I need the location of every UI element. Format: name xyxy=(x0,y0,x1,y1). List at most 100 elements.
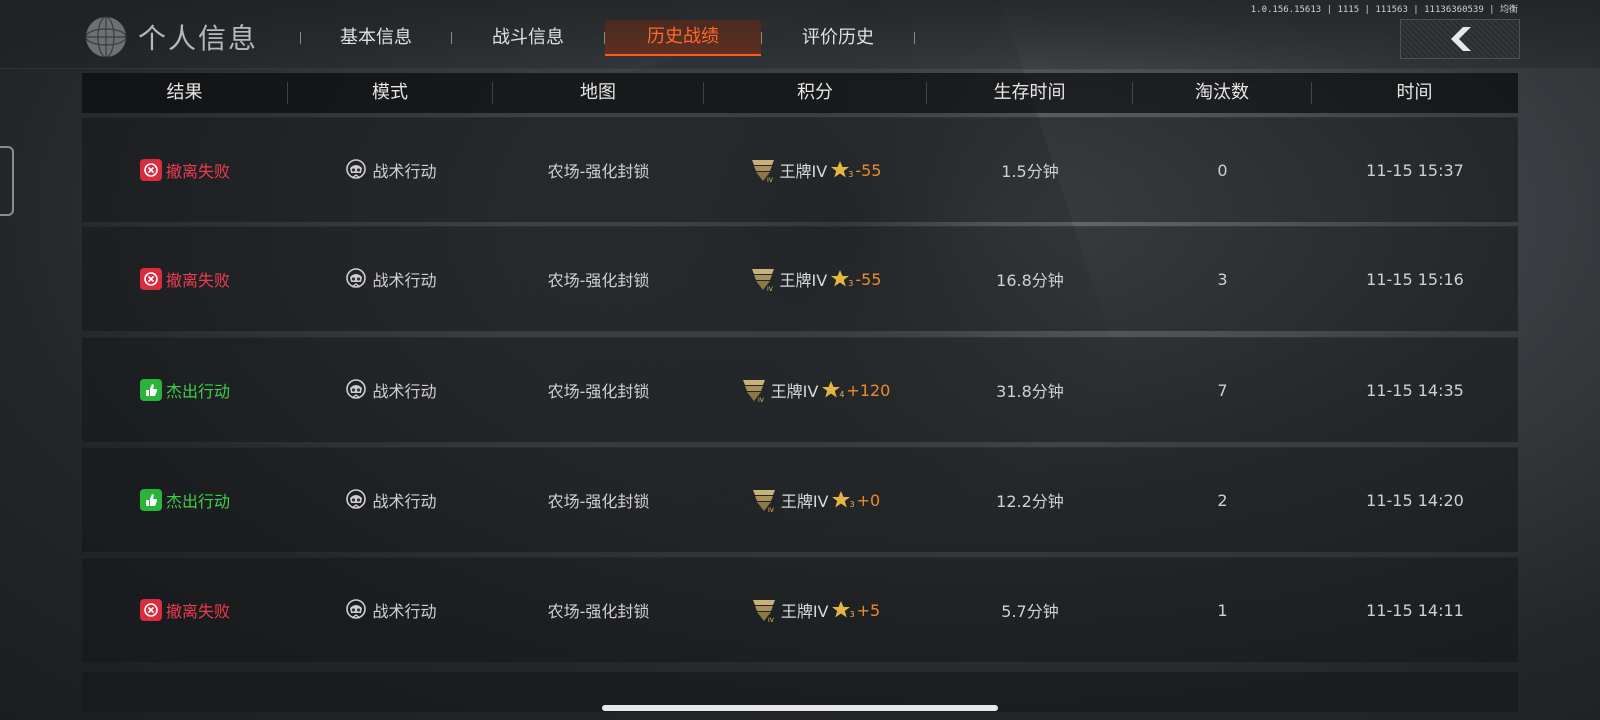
page-title: 个人信息 xyxy=(138,22,259,55)
svg-text:IV: IV xyxy=(767,177,774,183)
svg-text:IV: IV xyxy=(768,617,775,623)
result-label: 撤离失败 xyxy=(165,602,230,621)
star-level: 3 xyxy=(848,278,854,288)
rank-label: 王牌IV xyxy=(780,602,829,621)
table-row[interactable]: 撤离失败 战术行动 农场-强化封锁 IV 王牌IV 3 -55 1.5分钟 0 11-15 15:… xyxy=(82,117,1518,222)
globe-icon xyxy=(85,16,127,58)
score-group: IV 王牌IV 3 -55 xyxy=(750,157,881,183)
tab-combat-info[interactable]: 战斗信息 xyxy=(452,21,604,55)
home-indicator xyxy=(602,705,998,711)
cell-score: IV 王牌IV 3 +0 xyxy=(704,448,927,552)
chevron-left-icon xyxy=(1451,27,1471,51)
score-delta: +5 xyxy=(856,600,881,620)
cell-kills: 3 xyxy=(1217,269,1228,289)
mode-label: 战术行动 xyxy=(372,271,437,290)
rank-label: 王牌IV xyxy=(779,162,828,181)
cell-result: 撤离失败 xyxy=(82,558,288,662)
column-header-result: 结果 xyxy=(166,82,203,103)
table-row[interactable]: 杰出行动 战术行动 农场-强化封锁 IV 王牌IV 4 +120 31.8分钟 7 11-15 1… xyxy=(82,337,1518,442)
extraction-failed-icon xyxy=(139,268,162,290)
score-delta: -55 xyxy=(855,269,882,289)
tab-history-record[interactable]: 历史战绩 xyxy=(605,20,761,56)
result-label: 杰出行动 xyxy=(165,492,230,511)
cell-kills: 7 xyxy=(1217,380,1228,400)
cell-survival-time: 31.8分钟 xyxy=(996,382,1064,401)
mode-label: 战术行动 xyxy=(372,602,437,621)
column-header-map: 地图 xyxy=(580,82,616,103)
cell-survival-time: 12.2分钟 xyxy=(996,492,1064,511)
score-group: IV 王牌IV 3 -55 xyxy=(750,266,882,292)
result-status: 撤离失败 xyxy=(139,598,230,622)
cell-score: IV 王牌IV 3 -55 xyxy=(704,118,927,222)
rank-label: 王牌IV xyxy=(770,382,819,401)
table-row[interactable]: 撤离失败 战术行动 农场-强化封锁 IV 王牌IV 3 +5 5.7分钟 1 11-15 14:1… xyxy=(82,557,1518,662)
result-label: 撤离失败 xyxy=(165,271,230,290)
rank-label: 王牌IV xyxy=(780,492,829,511)
table-row[interactable]: 杰出行动 战术行动 农场-强化封锁 IV 王牌IV 3 +0 12.2分钟 2 11-15 14:… xyxy=(82,447,1518,552)
svg-text:IV: IV xyxy=(768,507,775,513)
tab-separator xyxy=(914,32,915,44)
column-header-kills: 淘汰数 xyxy=(1195,82,1249,103)
back-button[interactable] xyxy=(1400,19,1520,59)
column-header-survival: 生存时间 xyxy=(993,82,1066,103)
extraction-failed-icon xyxy=(139,159,162,181)
column-header-time: 时间 xyxy=(1396,82,1433,103)
cell-map: 农场-强化封锁 xyxy=(547,602,650,621)
cell-kills: 0 xyxy=(1217,160,1228,180)
side-drawer-handle[interactable] xyxy=(0,146,14,216)
cell-score: IV 王牌IV 4 +120 xyxy=(704,338,927,442)
cell-score: IV 王牌IV 3 +5 xyxy=(704,558,927,662)
cell-map: 农场-强化封锁 xyxy=(547,271,650,290)
column-header-mode: 模式 xyxy=(372,82,408,103)
rank-label: 王牌IV xyxy=(779,271,828,290)
cell-mode: 战术行动 xyxy=(288,118,493,222)
mode-label: 战术行动 xyxy=(372,382,437,401)
tab-rating-history[interactable]: 评价历史 xyxy=(762,21,914,55)
star-level: 4 xyxy=(839,389,845,399)
mode-label: 战术行动 xyxy=(372,492,437,511)
cell-survival-time: 16.8分钟 xyxy=(996,271,1064,290)
score-group: IV 王牌IV 3 +0 xyxy=(751,487,880,513)
result-label: 杰出行动 xyxy=(165,382,230,401)
cell-result: 撤离失败 xyxy=(82,118,288,222)
result-status: 撤离失败 xyxy=(139,267,230,291)
operator-helmet-icon xyxy=(346,489,367,509)
svg-text:IV: IV xyxy=(767,286,774,292)
ace-rank-icon: IV xyxy=(751,269,774,292)
cell-result: 撤离失败 xyxy=(82,227,288,331)
top-bar: 1.0.156.15613 | 1115 | 111563 | 11136360… xyxy=(0,0,1600,69)
cell-mode: 战术行动 xyxy=(288,227,493,331)
outstanding-action-icon xyxy=(139,489,162,511)
table-row[interactable]: 撤离失败 战术行动 农场-强化封锁 IV 王牌IV 3 -55 16.8分钟 3 11-15 15… xyxy=(82,226,1518,331)
mode-label: 战术行动 xyxy=(372,162,437,181)
result-status: 撤离失败 xyxy=(139,158,230,182)
operator-helmet-icon xyxy=(346,268,367,288)
mode-group: 战术行动 xyxy=(344,158,437,182)
version-text: 1.0.156.15613 | 1115 | 111563 | 11136360… xyxy=(1250,5,1518,15)
cell-time: 11-15 14:35 xyxy=(1366,380,1464,400)
tab-bar: 基本信息 战斗信息 历史战绩 评价历史 xyxy=(300,20,915,56)
cell-result: 杰出行动 xyxy=(82,448,288,552)
cell-mode: 战术行动 xyxy=(288,558,493,662)
result-status: 杰出行动 xyxy=(139,378,230,402)
mode-group: 战术行动 xyxy=(344,267,437,291)
ace-rank-icon: IV xyxy=(742,380,765,403)
tab-basic-info[interactable]: 基本信息 xyxy=(301,21,451,55)
ace-rank-icon: IV xyxy=(751,160,774,183)
cell-mode: 战术行动 xyxy=(288,448,493,552)
cell-result: 杰出行动 xyxy=(82,338,288,442)
star-level: 3 xyxy=(849,609,855,619)
result-label: 撤离失败 xyxy=(165,162,230,181)
cell-time: 11-15 14:20 xyxy=(1366,490,1464,510)
cell-map: 农场-强化封锁 xyxy=(547,162,650,181)
cell-time: 11-15 15:16 xyxy=(1366,269,1464,289)
cell-kills: 1 xyxy=(1217,600,1228,620)
cell-time: 11-15 14:11 xyxy=(1366,600,1464,620)
cell-score: IV 王牌IV 3 -55 xyxy=(704,227,927,331)
cell-survival-time: 5.7分钟 xyxy=(1001,602,1059,621)
svg-text:IV: IV xyxy=(758,397,765,403)
operator-helmet-icon xyxy=(346,599,367,619)
cell-kills: 2 xyxy=(1217,490,1228,510)
operator-helmet-icon xyxy=(346,159,367,179)
result-status: 杰出行动 xyxy=(139,488,230,512)
